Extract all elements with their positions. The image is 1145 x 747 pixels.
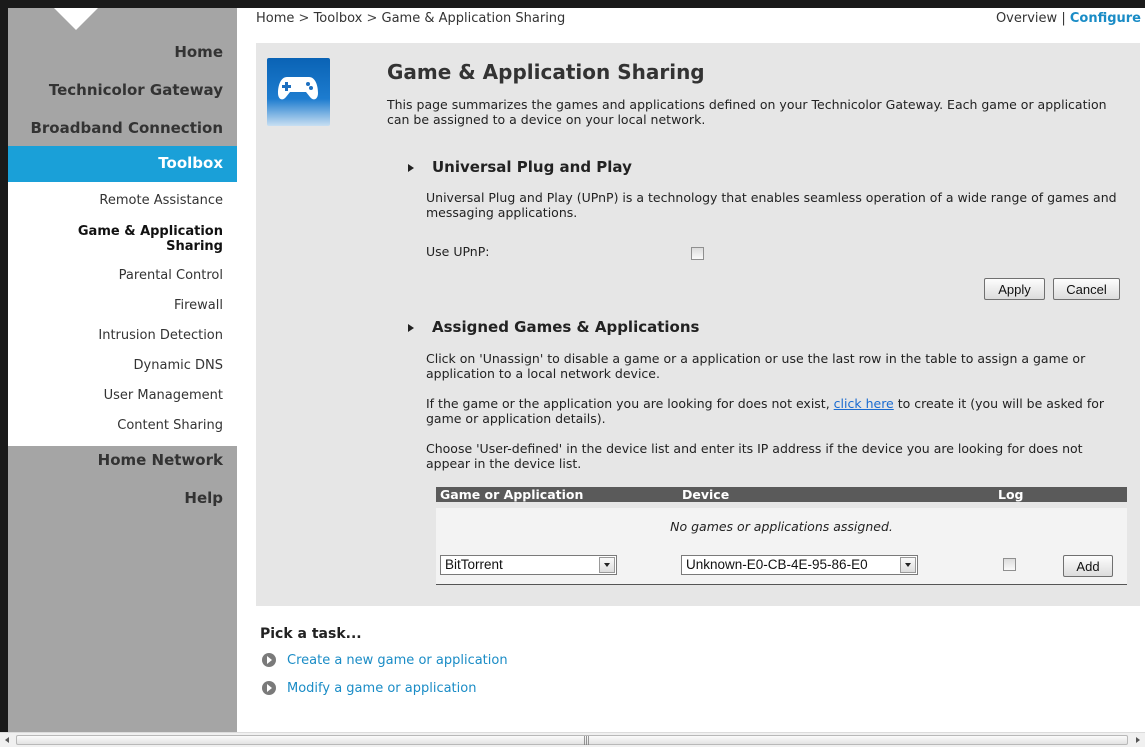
- breadcrumb-separator: >: [366, 11, 378, 26]
- expand-triangle-icon: [408, 323, 414, 332]
- chevron-down-icon[interactable]: [599, 557, 615, 573]
- sidebar-item-home[interactable]: Home: [174, 43, 223, 61]
- sidebar-item-toolbox[interactable]: Toolbox: [8, 146, 237, 182]
- game-select-value: BitTorrent: [445, 557, 503, 572]
- assigned-para-create-text: If the game or the application you are l…: [426, 396, 834, 411]
- sidebar-item-broadband-connection[interactable]: Broadband Connection: [30, 119, 223, 137]
- upnp-section-heading[interactable]: Universal Plug and Play: [408, 158, 632, 176]
- sidebar-item-home-network[interactable]: Home Network: [98, 451, 223, 469]
- log-checkbox[interactable]: [1003, 558, 1016, 571]
- device-select[interactable]: Unknown-E0-CB-4E-95-86-E0: [681, 555, 918, 575]
- breadcrumb-home[interactable]: Home: [256, 11, 294, 26]
- configure-link[interactable]: Configure: [1070, 11, 1141, 26]
- breadcrumb-toolbox[interactable]: Toolbox: [314, 11, 363, 26]
- subnav-remote-assistance[interactable]: Remote Assistance: [99, 193, 223, 208]
- subnav-current-line2: Sharing: [166, 239, 223, 254]
- column-device: Device: [682, 487, 730, 502]
- assigned-section-heading[interactable]: Assigned Games & Applications: [408, 318, 699, 336]
- game-select[interactable]: BitTorrent: [440, 555, 617, 575]
- window-left-border: [0, 0, 8, 746]
- scroll-left-icon[interactable]: [5, 737, 9, 743]
- subnav-dynamic-dns[interactable]: Dynamic DNS: [134, 358, 223, 373]
- sidebar: Home Technicolor Gateway Broadband Conne…: [8, 8, 237, 732]
- task-create-game[interactable]: Create a new game or application: [262, 652, 508, 668]
- window-top-border: [0, 0, 1145, 8]
- subnav-intrusion-detection[interactable]: Intrusion Detection: [98, 328, 223, 343]
- task-modify-game[interactable]: Modify a game or application: [262, 680, 477, 696]
- subnav-game-application-sharing[interactable]: Game & Application Sharing: [78, 224, 223, 254]
- task-modify-label: Modify a game or application: [287, 681, 477, 696]
- assigned-para-create: If the game or the application you are l…: [426, 396, 1126, 426]
- cancel-button[interactable]: Cancel: [1053, 278, 1120, 300]
- apply-button[interactable]: Apply: [984, 278, 1045, 300]
- column-game: Game or Application: [440, 487, 584, 502]
- sidebar-item-help[interactable]: Help: [184, 489, 223, 507]
- tasks-title: Pick a task...: [260, 626, 362, 642]
- view-switch-separator: |: [1061, 11, 1066, 26]
- chevron-down-icon[interactable]: [900, 557, 916, 573]
- click-here-link[interactable]: click here: [834, 396, 894, 411]
- device-select-value: Unknown-E0-CB-4E-95-86-E0: [686, 557, 868, 572]
- subnav-parental-control[interactable]: Parental Control: [119, 268, 223, 283]
- use-upnp-checkbox[interactable]: [691, 247, 704, 260]
- upnp-heading-label: Universal Plug and Play: [432, 158, 632, 176]
- sidebar-item-toolbox-label: Toolbox: [158, 154, 223, 172]
- expand-triangle-icon: [408, 163, 414, 172]
- arrow-right-icon: [262, 680, 276, 695]
- breadcrumb-separator: >: [298, 11, 310, 26]
- assigned-para-user-defined: Choose 'User-defined' in the device list…: [426, 441, 1083, 471]
- page-description: This page summarizes the games and appli…: [387, 97, 1107, 127]
- task-create-label: Create a new game or application: [287, 653, 508, 668]
- use-upnp-label: Use UPnP:: [426, 244, 490, 259]
- assigned-para-unassign: Click on 'Unassign' to disable a game or…: [426, 351, 1086, 381]
- subnav-firewall[interactable]: Firewall: [174, 298, 223, 313]
- grip-icon: |||: [583, 736, 590, 746]
- upnp-description: Universal Plug and Play (UPnP) is a tech…: [426, 190, 1117, 220]
- breadcrumb: Home > Toolbox > Game & Application Shar…: [256, 11, 565, 26]
- sidebar-notch: [54, 8, 98, 30]
- column-log: Log: [998, 487, 1024, 502]
- page-title: Game & Application Sharing: [387, 60, 705, 84]
- subnav-user-management[interactable]: User Management: [104, 388, 223, 403]
- browser-page: Home Technicolor Gateway Broadband Conne…: [0, 0, 1145, 747]
- table-row: BitTorrent Unknown-E0-CB-4E-95-86-E0 Add: [436, 546, 1127, 585]
- add-button[interactable]: Add: [1063, 555, 1113, 577]
- subnav-content-sharing[interactable]: Content Sharing: [117, 418, 223, 433]
- arrow-right-icon: [262, 652, 276, 667]
- subnav-current-line1: Game & Application: [77, 224, 223, 239]
- sidebar-item-technicolor-gateway[interactable]: Technicolor Gateway: [49, 81, 223, 99]
- toolbox-subnav: Remote Assistance Game & Application Sha…: [8, 182, 237, 446]
- horizontal-scrollbar[interactable]: |||: [0, 732, 1145, 747]
- assigned-heading-label: Assigned Games & Applications: [432, 318, 700, 336]
- breadcrumb-current: Game & Application Sharing: [381, 11, 566, 26]
- scroll-right-icon[interactable]: [1136, 737, 1140, 743]
- scrollbar-thumb[interactable]: |||: [16, 735, 1128, 746]
- view-switch: Overview | Configure: [996, 11, 1141, 26]
- table-empty-row: No games or applications assigned.: [436, 508, 1127, 546]
- gamepad-icon: [267, 58, 330, 126]
- table-header: Game or Application Device Log: [436, 487, 1127, 502]
- overview-link[interactable]: Overview: [996, 11, 1057, 26]
